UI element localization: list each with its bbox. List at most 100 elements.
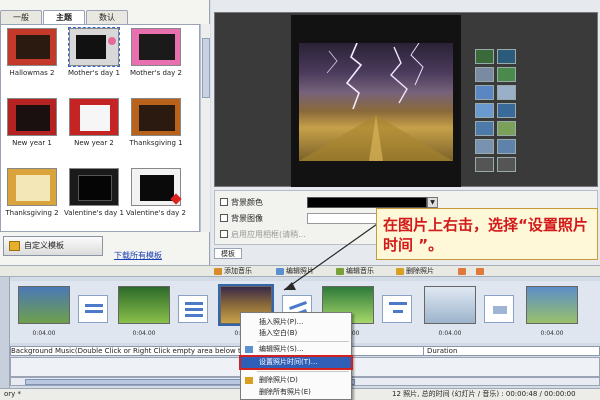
menu-label: 删除所有照片(E) — [259, 388, 311, 396]
template-thumbnail — [7, 98, 57, 136]
transition[interactable] — [484, 295, 514, 323]
strip-thumb[interactable] — [497, 139, 516, 154]
template-panel: 一般 主题 数认 Hallowmas 2 Mother's day 1 Moth… — [0, 0, 210, 265]
photo-clip[interactable]: 0:04.00 — [14, 284, 74, 344]
edit-music-button[interactable]: 编辑音乐 — [336, 266, 374, 277]
menu-insert-photo[interactable]: 插入照片(P)... — [241, 317, 351, 328]
menu-delete-all[interactable]: 删除所有照片(E) — [241, 387, 351, 398]
template-icon — [9, 241, 20, 251]
custom-template-label: 自定义模板 — [24, 241, 64, 250]
lightning-image — [299, 43, 453, 161]
template-valentines-day-2[interactable]: Valentine's day 2 — [125, 165, 187, 231]
clip-thumbnail — [424, 286, 476, 324]
delete-photo-button[interactable]: 删除照片 — [396, 266, 434, 277]
template-thumbnail — [7, 168, 57, 206]
photo-clip[interactable]: 0:04.00 — [114, 284, 174, 344]
transition[interactable] — [78, 295, 108, 323]
template-valentines-day-1[interactable]: Valentine's day 1 — [63, 165, 125, 231]
strip-thumb[interactable] — [475, 103, 494, 118]
bg-image-option[interactable]: 背景图像 — [220, 213, 263, 224]
template-hallowmas-2[interactable]: Hallowmas 2 — [1, 25, 63, 95]
timeline-side — [0, 277, 10, 397]
strip-thumb[interactable] — [475, 67, 494, 82]
template-caption: Mother's day 1 — [67, 69, 121, 77]
music-hint: Background Music(Double Click or Right C… — [11, 347, 270, 355]
chevron-down-icon[interactable]: ▼ — [427, 197, 438, 208]
strip-thumb[interactable] — [497, 121, 516, 136]
photo-clip[interactable]: 0:04.00 — [522, 284, 582, 344]
template-caption: New year 2 — [74, 139, 114, 147]
strip-thumb[interactable] — [497, 49, 516, 64]
status-summary: 12 照片, 总的时间 (幻灯片 / 音乐) : 00:00:48 / 00:0… — [392, 390, 576, 398]
template-caption: Thanksgiving 1 — [129, 139, 183, 147]
menu-delete-photo[interactable]: 删除照片(D) — [241, 375, 351, 386]
menu-separator — [257, 371, 349, 372]
bg-image-checkbox[interactable] — [220, 214, 228, 222]
edit-photo-button[interactable]: 编辑照片 — [276, 266, 314, 277]
preview-photo — [299, 43, 453, 161]
bg-color-label: 背景颜色 — [231, 198, 263, 207]
frame-option[interactable]: 启用应用相框(请稍... — [220, 229, 306, 240]
template-grid: Hallowmas 2 Mother's day 1 Mother's day … — [0, 24, 200, 232]
callout-box: 在图片上右击，选择“设置照片时间 ”。 — [376, 208, 598, 260]
template-thanksgiving-1[interactable]: Thanksgiving 1 — [125, 95, 187, 165]
strip-thumb[interactable] — [497, 85, 516, 100]
template-thumbnail — [69, 168, 119, 206]
strip-thumb[interactable] — [497, 103, 516, 118]
template-mothers-day-1[interactable]: Mother's day 1 — [63, 25, 125, 95]
bg-color-option[interactable]: 背景颜色 — [220, 197, 263, 208]
tab-template[interactable]: 模板 — [214, 248, 242, 259]
music-icon — [214, 268, 222, 275]
bg-color-checkbox[interactable] — [220, 198, 228, 206]
strip-thumb[interactable] — [475, 49, 494, 64]
context-menu: 插入照片(P)... 插入空白(B) 编辑照片(S)... 设置照片时间(T).… — [239, 312, 353, 400]
template-caption: Hallowmas 2 — [9, 69, 55, 77]
menu-edit-photo[interactable]: 编辑照片(S)... — [241, 344, 351, 355]
tab-general[interactable]: 一般 — [0, 10, 42, 24]
template-mothers-day-2[interactable]: Mother's day 2 — [125, 25, 187, 95]
photo-clip[interactable]: 0:04.00 — [420, 284, 480, 344]
rotate-right-icon — [476, 268, 484, 275]
bg-color-select[interactable] — [307, 197, 427, 208]
bg-image-label: 背景图像 — [231, 214, 263, 223]
clip-thumbnail — [18, 286, 70, 324]
thumbnail-strip — [475, 49, 519, 179]
tab-numbers[interactable]: 数认 — [86, 10, 128, 24]
frame-checkbox[interactable] — [220, 230, 228, 238]
menu-insert-blank[interactable]: 插入空白(B) — [241, 328, 351, 339]
tab-theme[interactable]: 主题 — [43, 10, 85, 24]
edit-music-label: 编辑音乐 — [346, 267, 374, 275]
delete-icon — [245, 377, 253, 384]
strip-thumb[interactable] — [475, 157, 494, 172]
template-scrollbar[interactable] — [200, 24, 210, 232]
menu-set-photo-time[interactable]: 设置照片时间(T)... — [239, 355, 353, 370]
strip-thumb[interactable] — [497, 157, 516, 172]
strip-thumb[interactable] — [475, 85, 494, 100]
transition[interactable] — [382, 295, 412, 323]
strip-thumb[interactable] — [497, 67, 516, 82]
template-new-year-1[interactable]: New year 1 — [1, 95, 63, 165]
menu-label: 插入空白(B) — [259, 329, 298, 337]
menu-label: 设置照片时间(T)... — [259, 358, 318, 366]
template-caption: Mother's day 2 — [129, 69, 183, 77]
scrollbar-thumb[interactable] — [202, 38, 210, 98]
template-thumbnail — [7, 28, 57, 66]
custom-template-button[interactable]: 自定义模板 — [3, 236, 103, 256]
callout-text: 在图片上右击，选择“设置照片时间 ”。 — [383, 216, 588, 254]
menu-separator — [257, 341, 349, 342]
clip-duration: 0:04.00 — [438, 330, 462, 337]
delete-icon — [396, 268, 404, 275]
timeline-toolbar: 添加音乐 编辑照片 编辑音乐 删除照片 — [0, 265, 600, 277]
transition[interactable] — [178, 295, 208, 323]
template-thanksgiving-2[interactable]: Thanksgiving 2 — [1, 165, 63, 231]
status-left: ory * — [4, 390, 22, 398]
clip-thumbnail — [118, 286, 170, 324]
template-thumbnail — [68, 27, 120, 67]
duration-column: Duration — [423, 347, 457, 355]
add-music-button[interactable]: 添加音乐 — [214, 266, 252, 277]
strip-thumb[interactable] — [475, 139, 494, 154]
template-caption: Thanksgiving 2 — [5, 209, 59, 217]
strip-thumb[interactable] — [475, 121, 494, 136]
download-templates-link[interactable]: 下载所有模板 — [114, 250, 162, 261]
template-new-year-2[interactable]: New year 2 — [63, 95, 125, 165]
